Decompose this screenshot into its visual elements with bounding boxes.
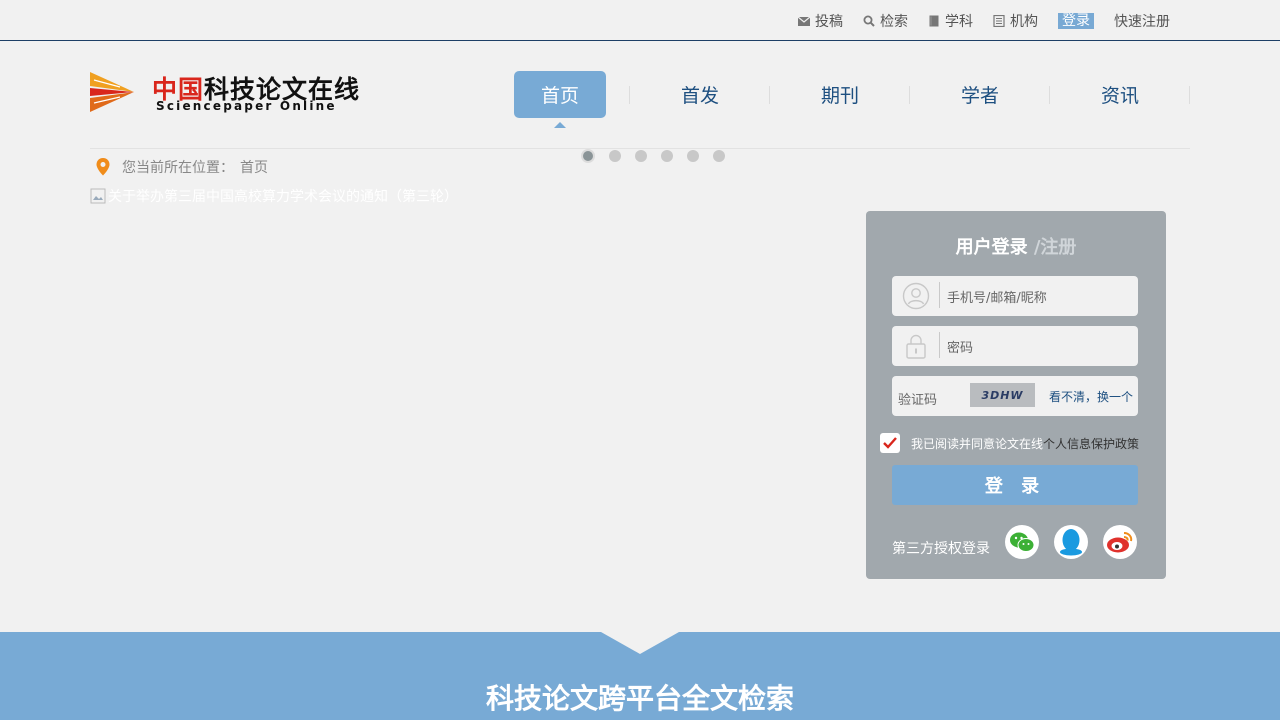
username-field[interactable]: 手机号/邮箱/昵称 bbox=[892, 276, 1138, 316]
nav-first-release[interactable]: 首发 bbox=[630, 71, 770, 118]
quick-register-link[interactable]: 快速注册 bbox=[1114, 11, 1170, 31]
broken-image-icon bbox=[90, 188, 106, 204]
nav-home[interactable]: 首页 bbox=[490, 71, 630, 128]
captcha-placeholder: 验证码 bbox=[898, 393, 938, 408]
logo-subtitle: Sciencepaper Online bbox=[156, 99, 337, 113]
submit-link[interactable]: 投稿 bbox=[798, 11, 843, 31]
nav-divider bbox=[1189, 86, 1190, 104]
band-notch bbox=[601, 632, 679, 654]
captcha-field[interactable]: 验证码 3DHW 看不清，换一个 bbox=[892, 376, 1138, 416]
password-field[interactable]: 密码 bbox=[892, 326, 1138, 366]
wechat-icon bbox=[1010, 532, 1035, 552]
agreement-row: 我已阅读并同意论文在线 个人信息保护政策 bbox=[880, 433, 1139, 453]
fulltext-search-title: 科技论文跨平台全文检索 bbox=[485, 682, 794, 715]
qq-login-button[interactable] bbox=[1054, 525, 1088, 559]
qq-icon bbox=[1060, 529, 1082, 556]
carousel-dot[interactable] bbox=[713, 150, 725, 162]
top-links: 投稿 检索 学科 机构 登录 快速注册 bbox=[778, 11, 1170, 31]
subject-link-label: 学科 bbox=[945, 14, 973, 30]
breadcrumb-label: 您当前所在位置： bbox=[122, 160, 234, 176]
weibo-login-button[interactable] bbox=[1103, 525, 1137, 559]
nav-first-release-label: 首发 bbox=[680, 85, 719, 107]
carousel-banner-alt-text: 关于举办第三届中国高校算力学术会议的通知（第三轮） bbox=[108, 189, 458, 205]
login-button[interactable]: 登 录 bbox=[892, 465, 1138, 505]
carousel-dot[interactable] bbox=[581, 149, 595, 163]
username-placeholder: 手机号/邮箱/昵称 bbox=[947, 290, 1047, 306]
main-nav: 首页 首发 期刊 学者 资讯 bbox=[490, 71, 1190, 128]
nav-active-caret bbox=[554, 122, 566, 128]
institution-link-label: 机构 bbox=[1010, 14, 1038, 30]
top-utility-bar: 投稿 检索 学科 机构 登录 快速注册 bbox=[0, 0, 1280, 41]
carousel-dots bbox=[581, 149, 739, 163]
user-icon bbox=[892, 276, 940, 316]
header-divider bbox=[90, 148, 1190, 149]
password-placeholder: 密码 bbox=[947, 340, 974, 356]
breadcrumb: 您当前所在位置： 首页 bbox=[96, 157, 268, 177]
lock-icon bbox=[892, 326, 940, 366]
agreement-text: 我已阅读并同意论文在线 bbox=[911, 436, 1044, 451]
carousel-dot[interactable] bbox=[609, 150, 621, 162]
institution-link[interactable]: 机构 bbox=[993, 11, 1038, 31]
paper-plane-logo-icon bbox=[90, 72, 134, 112]
submit-link-label: 投稿 bbox=[815, 14, 843, 30]
login-link[interactable]: 登录 bbox=[1058, 13, 1094, 29]
login-title: 用户登录 bbox=[955, 237, 1028, 258]
login-panel-title: 用户登录 /注册 bbox=[866, 233, 1166, 259]
register-link[interactable]: /注册 bbox=[1028, 237, 1077, 258]
carousel-dot[interactable] bbox=[687, 150, 699, 162]
location-pin-icon bbox=[96, 158, 110, 176]
search-link-label: 检索 bbox=[880, 14, 908, 30]
agreement-checkbox[interactable] bbox=[880, 433, 900, 453]
captcha-image[interactable]: 3DHW bbox=[970, 383, 1035, 407]
nav-journals-label: 期刊 bbox=[820, 85, 859, 107]
nav-home-label: 首页 bbox=[540, 85, 579, 107]
nav-news-label: 资讯 bbox=[1100, 85, 1139, 107]
weibo-icon bbox=[1107, 532, 1133, 553]
carousel-dot[interactable] bbox=[661, 150, 673, 162]
third-party-login-label: 第三方授权登录 bbox=[892, 541, 990, 557]
nav-scholars[interactable]: 学者 bbox=[910, 71, 1050, 118]
subject-link[interactable]: 学科 bbox=[928, 11, 973, 31]
nav-scholars-label: 学者 bbox=[960, 85, 999, 107]
privacy-policy-link[interactable]: 个人信息保护政策 bbox=[1043, 435, 1139, 452]
nav-news[interactable]: 资讯 bbox=[1050, 71, 1190, 118]
site-logo[interactable]: 中国科技论文在线 Sciencepaper Online bbox=[90, 70, 365, 114]
breadcrumb-current[interactable]: 首页 bbox=[240, 157, 268, 177]
search-link[interactable]: 检索 bbox=[863, 11, 908, 31]
nav-journals[interactable]: 期刊 bbox=[770, 71, 910, 118]
mail-icon bbox=[798, 16, 810, 26]
search-icon bbox=[863, 15, 875, 27]
checkmark-icon bbox=[883, 437, 897, 449]
login-panel: 用户登录 /注册 手机号/邮箱/昵称 密码 验证码 3DHW 看不清，换一个 我… bbox=[866, 211, 1166, 579]
wechat-login-button[interactable] bbox=[1005, 525, 1039, 559]
book-icon bbox=[929, 15, 939, 27]
list-icon bbox=[993, 15, 1005, 27]
carousel-dot[interactable] bbox=[635, 150, 647, 162]
carousel-banner-image[interactable]: 关于举办第三届中国高校算力学术会议的通知（第三轮） bbox=[90, 186, 458, 206]
captcha-refresh-link[interactable]: 看不清，换一个 bbox=[1049, 388, 1133, 405]
